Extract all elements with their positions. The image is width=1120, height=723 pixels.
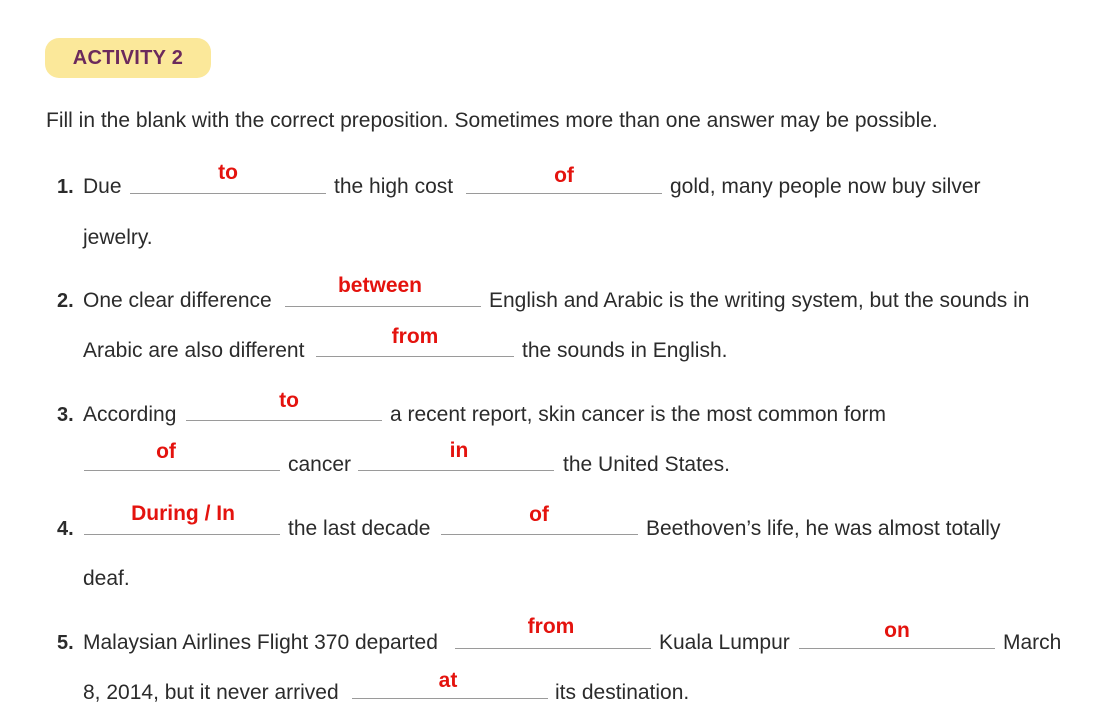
- answer-blank[interactable]: [358, 470, 554, 471]
- filled-answer: on: [884, 619, 910, 642]
- filled-answer: During / In: [131, 502, 235, 525]
- item-number: 3.: [57, 404, 74, 426]
- sentence-text: According: [83, 403, 177, 426]
- sentence-text: English and Arabic is the writing system…: [489, 289, 1030, 312]
- sentence-text: March: [1003, 631, 1062, 654]
- filled-answer: to: [218, 161, 238, 184]
- answer-blank[interactable]: [352, 698, 548, 699]
- filled-answer: from: [391, 325, 439, 348]
- answer-blank[interactable]: [285, 306, 481, 307]
- activity-badge: ACTIVITY 2: [45, 38, 211, 78]
- item-number: 1.: [57, 176, 74, 198]
- answer-blank[interactable]: [84, 534, 280, 535]
- answer-blank[interactable]: [84, 470, 280, 471]
- sentence-text: the last decade: [288, 517, 431, 540]
- sentence-text: Arabic are also different: [83, 339, 305, 362]
- sentence-text: One clear difference: [83, 289, 272, 312]
- answer-blank[interactable]: [316, 356, 514, 357]
- sentence-text: a recent report, skin cancer is the most…: [390, 403, 887, 426]
- answer-blank[interactable]: [799, 648, 995, 649]
- filled-answer: of: [156, 440, 176, 463]
- filled-answer: between: [337, 274, 423, 297]
- item-number: 4.: [57, 518, 74, 540]
- answer-blank[interactable]: [186, 420, 382, 421]
- sentence-text: deaf.: [83, 567, 130, 590]
- sentence-text: Beethoven’s life, he was almost totally: [646, 517, 1001, 540]
- sentence-text: Kuala Lumpur: [659, 631, 790, 654]
- answer-blank[interactable]: [441, 534, 638, 535]
- filled-answer: of: [529, 503, 549, 526]
- sentence-text: the sounds in English.: [522, 339, 728, 362]
- answer-blank[interactable]: [455, 648, 651, 649]
- item-number: 2.: [57, 290, 74, 312]
- sentence-text: jewelry.: [83, 226, 153, 249]
- instruction-text: Fill in the blank with the correct prepo…: [46, 109, 938, 132]
- answer-blank[interactable]: [130, 193, 326, 194]
- filled-answer: of: [554, 164, 574, 187]
- sentence-text: the United States.: [563, 453, 730, 476]
- sentence-text: the high cost: [334, 175, 454, 198]
- sentence-text: 8, 2014, but it never arrived: [83, 681, 339, 704]
- sentence-text: Due: [83, 175, 122, 198]
- sentence-text: its destination.: [555, 681, 690, 704]
- sentence-text: Malaysian Airlines Flight 370 departed: [83, 631, 438, 654]
- sentence-text: cancer: [288, 453, 352, 476]
- item-number: 5.: [57, 632, 74, 654]
- filled-answer: in: [449, 439, 469, 462]
- filled-answer: to: [279, 389, 299, 412]
- filled-answer: at: [438, 669, 458, 692]
- answer-blank[interactable]: [466, 193, 662, 194]
- filled-answer: from: [527, 615, 575, 638]
- sentence-text: gold, many people now buy silver: [670, 175, 981, 198]
